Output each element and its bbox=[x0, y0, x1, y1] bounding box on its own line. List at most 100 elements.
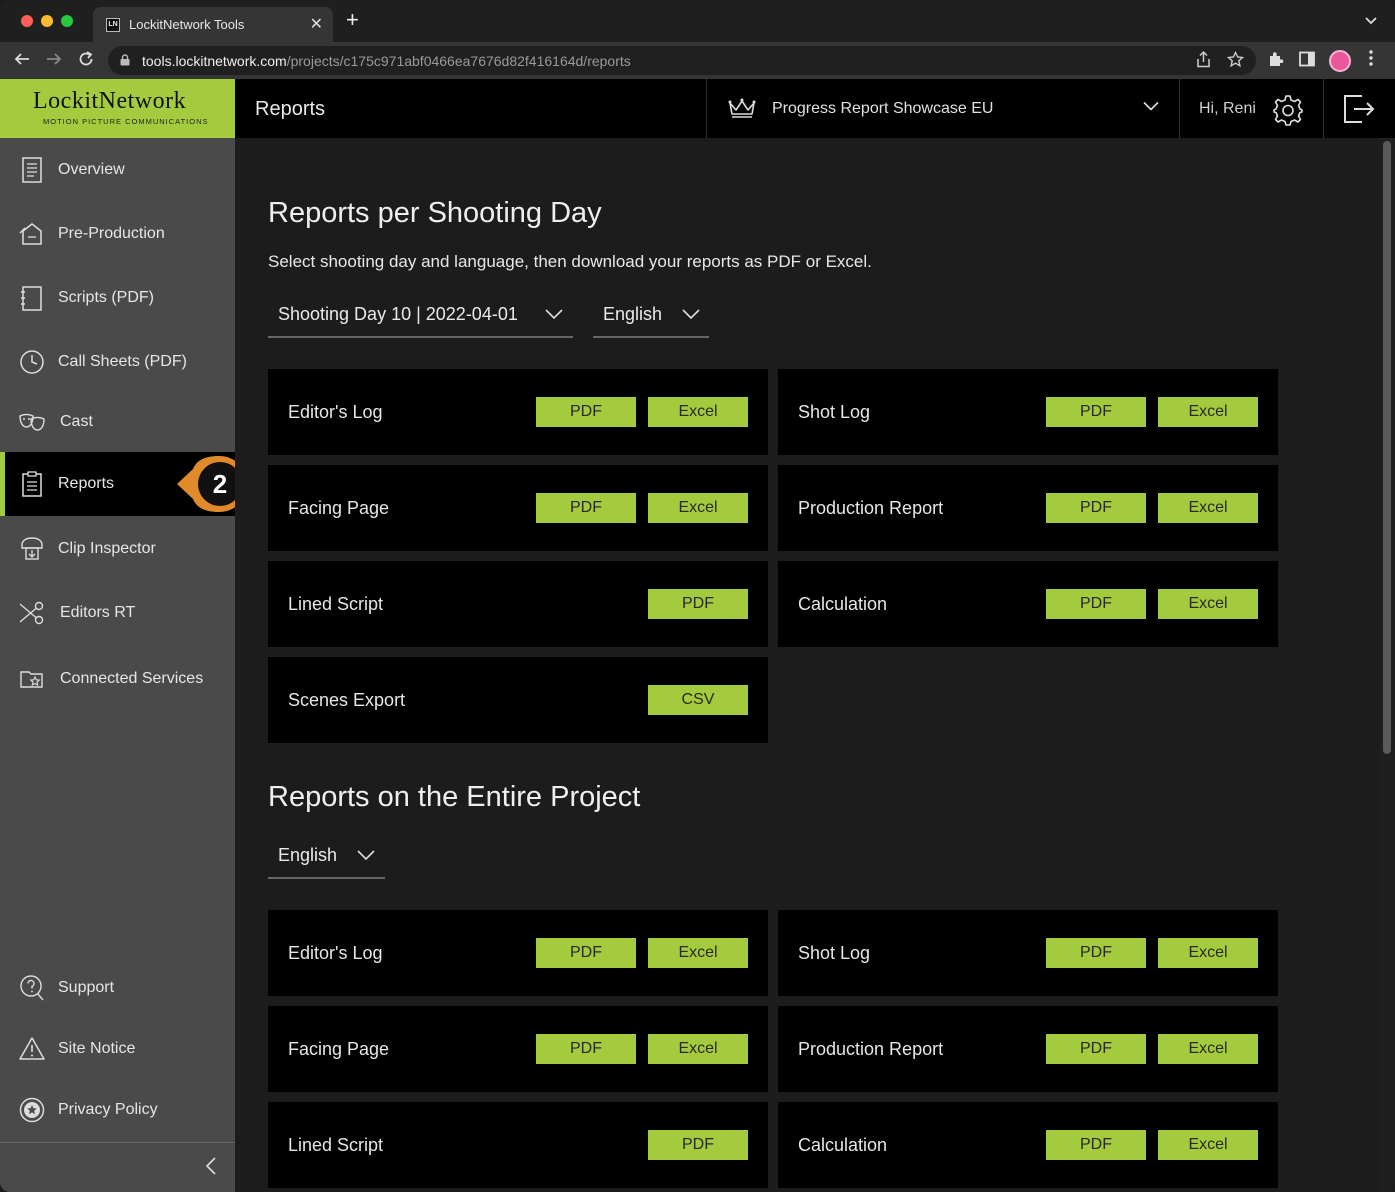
support-icon bbox=[20, 975, 44, 1001]
excel-button[interactable]: Excel bbox=[648, 1034, 748, 1064]
project-card-facing-page: Facing Page PDF Excel bbox=[268, 1006, 768, 1092]
sidebar-item-pre-production[interactable]: Pre-Production bbox=[0, 202, 235, 266]
bookmark-star-icon[interactable] bbox=[1226, 50, 1245, 72]
tab-search-icon[interactable] bbox=[1365, 12, 1377, 28]
project-heading: Reports on the Entire Project bbox=[268, 781, 641, 813]
scrollbar-thumb[interactable] bbox=[1383, 141, 1391, 754]
sidebar-item-cast[interactable]: Cast bbox=[0, 390, 235, 454]
document-icon bbox=[22, 157, 42, 183]
browser-window: LN LockitNetwork Tools ✕ + tools.lockitn… bbox=[0, 0, 1395, 1192]
favicon-icon: LN bbox=[106, 18, 120, 32]
sidebar-item-overview[interactable]: Overview bbox=[0, 138, 235, 202]
project-selector[interactable]: Progress Report Showcase EU bbox=[707, 79, 1179, 138]
sidebar-item-clip-inspector[interactable]: Clip Inspector bbox=[0, 517, 235, 581]
url-text: tools.lockitnetwork.com/projects/c175c97… bbox=[142, 53, 631, 69]
chevron-down-icon bbox=[682, 309, 700, 320]
browser-menu-icon[interactable] bbox=[1369, 50, 1373, 70]
script-icon bbox=[21, 286, 42, 311]
excel-button[interactable]: Excel bbox=[1158, 938, 1258, 968]
project-card-lined-script: Lined Script PDF bbox=[268, 1102, 768, 1188]
pdf-button[interactable]: PDF bbox=[1046, 938, 1146, 968]
report-card-production-report: Production Report PDF Excel bbox=[778, 465, 1278, 551]
pdf-button[interactable]: PDF bbox=[648, 589, 748, 619]
sidebar-item-connected-services[interactable]: Connected Services bbox=[0, 647, 235, 711]
sidebar-item-call-sheets[interactable]: Call Sheets (PDF) bbox=[0, 330, 235, 394]
pdf-button[interactable]: PDF bbox=[536, 493, 636, 523]
excel-button[interactable]: Excel bbox=[1158, 1130, 1258, 1160]
new-tab-button[interactable]: + bbox=[346, 9, 359, 31]
collapse-sidebar-icon[interactable] bbox=[204, 1155, 218, 1177]
share-icon[interactable] bbox=[1196, 50, 1211, 72]
crown-icon bbox=[728, 98, 756, 118]
close-window-button[interactable] bbox=[21, 15, 33, 27]
browser-tab[interactable]: LN LockitNetwork Tools ✕ bbox=[93, 7, 333, 42]
address-toolbar: tools.lockitnetwork.com/projects/c175c97… bbox=[0, 42, 1395, 79]
pdf-button[interactable]: PDF bbox=[648, 1130, 748, 1160]
pdf-button[interactable]: PDF bbox=[1046, 1034, 1146, 1064]
pdf-button[interactable]: PDF bbox=[1046, 1130, 1146, 1160]
project-name: Progress Report Showcase EU bbox=[772, 100, 994, 117]
chevron-down-icon bbox=[545, 309, 563, 320]
logo-subtitle: MOTION PICTURE COMMUNICATIONS bbox=[43, 117, 209, 126]
forward-icon[interactable] bbox=[45, 50, 63, 72]
logout-icon[interactable] bbox=[1342, 93, 1376, 125]
address-bar[interactable]: tools.lockitnetwork.com/projects/c175c97… bbox=[108, 46, 1256, 75]
page-title: Reports bbox=[255, 98, 326, 120]
sidebar-item-editors-rt[interactable]: Editors RT bbox=[0, 581, 235, 645]
project-card-shot-log: Shot Log PDF Excel bbox=[778, 910, 1278, 996]
per-day-heading: Reports per Shooting Day bbox=[268, 197, 602, 229]
extensions-icon[interactable] bbox=[1267, 51, 1284, 72]
minimize-window-button[interactable] bbox=[41, 15, 53, 27]
masks-icon bbox=[19, 413, 45, 431]
sidebar-item-site-notice[interactable]: Site Notice bbox=[0, 1017, 235, 1081]
scissors-icon bbox=[19, 601, 44, 625]
report-card-editors-log: Editor's Log PDF Excel bbox=[268, 369, 768, 455]
logo-text: LockitNetwork bbox=[33, 88, 187, 114]
clipboard-icon bbox=[22, 471, 42, 497]
excel-button[interactable]: Excel bbox=[648, 493, 748, 523]
csv-button[interactable]: CSV bbox=[648, 685, 748, 715]
privacy-icon bbox=[19, 1097, 45, 1123]
sidebar-item-privacy-policy[interactable]: Privacy Policy bbox=[0, 1078, 235, 1142]
pdf-button[interactable]: PDF bbox=[536, 397, 636, 427]
excel-button[interactable]: Excel bbox=[648, 938, 748, 968]
chevron-down-icon bbox=[357, 850, 375, 861]
shooting-day-select[interactable]: Shooting Day 10 | 2022-04-01 bbox=[268, 296, 573, 338]
back-icon[interactable] bbox=[13, 50, 31, 72]
language-select[interactable]: English bbox=[593, 296, 709, 338]
sidebar-item-support[interactable]: Support bbox=[0, 956, 235, 1020]
report-card-lined-script: Lined Script PDF bbox=[268, 561, 768, 647]
excel-button[interactable]: Excel bbox=[1158, 589, 1258, 619]
project-language-select[interactable]: English bbox=[268, 837, 385, 879]
gear-icon[interactable] bbox=[1272, 94, 1304, 126]
chevron-down-icon bbox=[1143, 101, 1159, 111]
pdf-button[interactable]: PDF bbox=[536, 1034, 636, 1064]
report-card-scenes-export: Scenes Export CSV bbox=[268, 657, 768, 743]
report-card-shot-log: Shot Log PDF Excel bbox=[778, 369, 1278, 455]
pdf-button[interactable]: PDF bbox=[1046, 589, 1146, 619]
reload-icon[interactable] bbox=[77, 50, 95, 72]
clip-icon bbox=[21, 537, 43, 560]
preproduction-icon bbox=[19, 223, 42, 245]
user-greeting: Hi, Reni bbox=[1199, 100, 1256, 117]
project-card-production-report: Production Report PDF Excel bbox=[778, 1006, 1278, 1092]
maximize-window-button[interactable] bbox=[61, 15, 73, 27]
svg-text:2: 2 bbox=[213, 469, 227, 499]
excel-button[interactable]: Excel bbox=[1158, 397, 1258, 427]
project-card-calculation: Calculation PDF Excel bbox=[778, 1102, 1278, 1188]
sidebar-item-scripts[interactable]: Scripts (PDF) bbox=[0, 266, 235, 330]
excel-button[interactable]: Excel bbox=[648, 397, 748, 427]
pdf-button[interactable]: PDF bbox=[1046, 397, 1146, 427]
excel-button[interactable]: Excel bbox=[1158, 493, 1258, 523]
report-card-facing-page: Facing Page PDF Excel bbox=[268, 465, 768, 551]
folder-star-icon bbox=[20, 671, 43, 688]
pdf-button[interactable]: PDF bbox=[1046, 493, 1146, 523]
app-logo[interactable]: LockitNetwork MOTION PICTURE COMMUNICATI… bbox=[0, 79, 235, 138]
profile-avatar[interactable] bbox=[1329, 50, 1351, 72]
side-panel-icon[interactable] bbox=[1299, 51, 1315, 71]
excel-button[interactable]: Excel bbox=[1158, 1034, 1258, 1064]
lock-icon bbox=[120, 54, 130, 66]
pdf-button[interactable]: PDF bbox=[536, 938, 636, 968]
report-card-calculation: Calculation PDF Excel bbox=[778, 561, 1278, 647]
tab-close-icon[interactable]: ✕ bbox=[310, 14, 323, 34]
